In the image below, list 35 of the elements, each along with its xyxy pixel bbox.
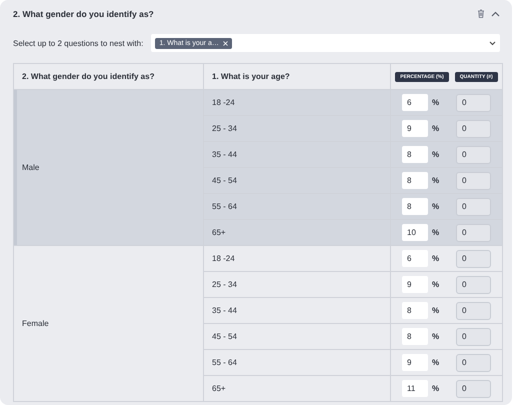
- collapse-icon[interactable]: [491, 10, 500, 16]
- trash-icon[interactable]: [477, 9, 485, 18]
- percentage-input[interactable]: 8: [402, 198, 428, 215]
- column-header: 2. What gender do you identify as?: [14, 64, 204, 90]
- percentage-input[interactable]: 6: [402, 250, 428, 267]
- column-header: 1. What is your age?: [204, 64, 390, 90]
- percentage-input[interactable]: 9: [402, 354, 428, 371]
- dropdown-caret-icon[interactable]: [489, 40, 496, 46]
- percent-unit: %: [431, 228, 440, 237]
- percent-unit: %: [431, 176, 440, 185]
- nest-label: Select up to 2 questions to nest with:: [13, 38, 144, 48]
- percentage-input[interactable]: 8: [402, 172, 428, 189]
- percentage-input[interactable]: 8: [402, 328, 428, 345]
- percent-unit: %: [431, 306, 440, 315]
- percent-unit: %: [431, 98, 440, 107]
- group-cell: Female: [14, 246, 204, 402]
- percentage-input[interactable]: 8: [402, 302, 428, 319]
- remove-icon[interactable]: [222, 40, 228, 46]
- percentage-input[interactable]: 11: [402, 380, 428, 397]
- percent-unit: %: [431, 202, 440, 211]
- percent-unit: %: [431, 384, 440, 393]
- percent-unit: %: [431, 254, 440, 263]
- percent-unit: %: [431, 358, 440, 367]
- percentage-input[interactable]: 6: [402, 94, 428, 111]
- percentage-input[interactable]: 9: [402, 120, 428, 137]
- percent-unit: %: [431, 280, 440, 289]
- question-title: 2. What gender do you identify as?: [13, 8, 154, 18]
- percent-unit: %: [431, 332, 440, 341]
- percentage-input[interactable]: 10: [402, 224, 428, 241]
- percentage-input[interactable]: 8: [402, 146, 428, 163]
- percent-unit: %: [431, 124, 440, 133]
- age-cell: 65+: [204, 376, 390, 402]
- percent-unit: %: [431, 150, 440, 159]
- group-cell: Male: [14, 90, 204, 246]
- percentage-input[interactable]: 9: [402, 276, 428, 293]
